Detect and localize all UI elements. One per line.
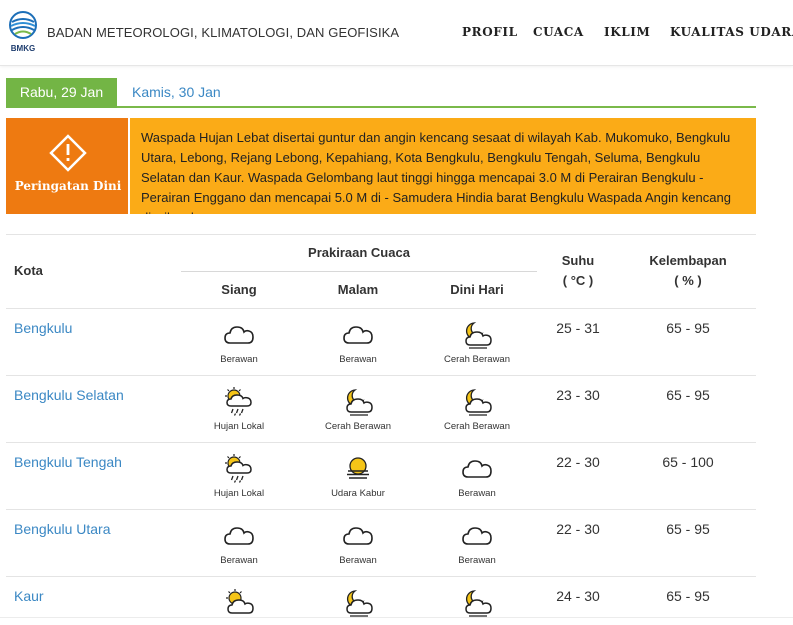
table-body: Bengkulu Berawan Berawan Cerah Berawan 25 - … (6, 309, 756, 625)
sun-rain-icon (225, 454, 252, 483)
temperature-value: 22 - 30 (556, 521, 600, 537)
table-header: Kota Prakiraan Cuaca Siang Malam Dini Ha… (6, 234, 756, 309)
weather-label: Cerah Berawan (443, 421, 510, 432)
cloud-icon (224, 527, 254, 545)
forecast-siang: Hujan Lokal (181, 453, 297, 499)
weather-label: Berawan (458, 488, 496, 499)
forecast-siang: Berawan (181, 319, 297, 365)
forecast-dini: Cerah Berawan (419, 386, 535, 432)
temperature-value: 22 - 30 (556, 454, 600, 470)
weather-label: Berawan (220, 555, 258, 566)
moon-cloud-icon (346, 590, 373, 617)
table-row: Bengkulu Utara Berawan Berawan Berawan 22 - … (6, 510, 756, 577)
city-link[interactable]: Bengkulu Tengah (14, 454, 122, 470)
forecast-siang: Berawan (181, 520, 297, 566)
city-link[interactable]: Bengkulu Utara (14, 521, 111, 537)
header-malam: Malam (337, 282, 379, 297)
tab-rabu-29-jan[interactable]: Rabu, 29 Jan (6, 78, 117, 108)
header-dini-hari: Dini Hari (450, 282, 504, 297)
moon-cloud-icon (465, 389, 492, 416)
cloud-icon (224, 326, 254, 344)
humidity-value: 65 - 95 (666, 387, 710, 403)
cloud-icon (343, 527, 373, 545)
humidity-value: 65 - 100 (662, 454, 714, 470)
header-kota: Kota (14, 263, 43, 278)
weather-label: Udara Kabur (331, 488, 385, 499)
humidity-value: 65 - 95 (666, 521, 710, 537)
forecast-table: Kota Prakiraan Cuaca Siang Malam Dini Ha… (6, 234, 756, 625)
header-divider (181, 271, 537, 272)
header-prakiraan-cuaca: Prakiraan Cuaca (308, 245, 410, 260)
weather-label: Berawan (339, 555, 377, 566)
nav-kualitas-udara[interactable]: KUALITAS UDARA (670, 25, 793, 39)
city-link[interactable]: Bengkulu Selatan (14, 387, 124, 403)
temperature-value: 25 - 31 (556, 320, 600, 336)
forecast-malam: Berawan (300, 520, 416, 566)
sun-cloud-icon (226, 589, 254, 614)
table-row: Bengkulu Selatan Hujan Lokal Cerah Berawan… (6, 376, 756, 443)
weather-label: Cerah Berawan (324, 421, 391, 432)
early-warning-banner: Peringatan Dini Waspada Hujan Lebat dise… (6, 118, 756, 214)
svg-text:BMKG: BMKG (11, 44, 35, 53)
header-kelembapan-unit: ( % ) (674, 273, 702, 288)
nav-cuaca[interactable]: CUACA (533, 25, 584, 39)
temperature-value: 24 - 30 (556, 588, 600, 604)
main-nav: PROFIL CUACA IKLIM KUALITAS UDARA (0, 25, 793, 41)
site-header: BMKG BADAN METEOROLOGI, KLIMATOLOGI, DAN… (0, 0, 793, 66)
tab-kamis-30-jan[interactable]: Kamis, 30 Jan (118, 78, 235, 108)
header-siang: Siang (221, 282, 257, 297)
moon-cloud-icon (346, 389, 373, 416)
forecast-malam: Cerah Berawan (300, 386, 416, 432)
day-tabs: Rabu, 29 Jan Kamis, 30 Jan (6, 78, 756, 108)
header-suhu-unit: ( °C ) (562, 273, 594, 288)
humidity-value: 65 - 95 (666, 588, 710, 604)
humidity-value: 65 - 95 (666, 320, 710, 336)
forecast-dini: Cerah Berawan (419, 319, 535, 365)
forecast-dini: Berawan (419, 520, 535, 566)
forecast-malam: Berawan (300, 319, 416, 365)
forecast-dini: Berawan (419, 453, 535, 499)
warning-icon (49, 134, 87, 172)
cloud-icon (462, 460, 492, 478)
weather-label: Berawan (458, 555, 496, 566)
weather-label: Hujan Lokal (213, 421, 265, 432)
table-row: Bengkulu Berawan Berawan Cerah Berawan 25 - … (6, 309, 756, 376)
haze-icon (347, 457, 369, 479)
header-suhu: Suhu (561, 253, 595, 268)
warning-text: Waspada Hujan Lebat disertai guntur dan … (141, 130, 731, 214)
weather-label: Berawan (339, 354, 377, 365)
forecast-malam: Udara Kabur (300, 453, 416, 499)
weather-label: Hujan Lokal (213, 488, 265, 499)
header-kelembapan: Kelembapan (649, 253, 727, 268)
temperature-value: 23 - 30 (556, 387, 600, 403)
nav-profil[interactable]: PROFIL (462, 25, 518, 39)
cloud-icon (462, 527, 492, 545)
sun-rain-icon (225, 387, 252, 416)
nav-iklim[interactable]: IKLIM (604, 25, 650, 39)
weather-label: Cerah Berawan (443, 354, 510, 365)
city-link[interactable]: Bengkulu (14, 320, 72, 336)
moon-cloud-icon (465, 322, 492, 349)
table-row: Bengkulu Tengah Hujan Lokal Udara Kabur Ber… (6, 443, 756, 510)
weather-label: Berawan (220, 354, 258, 365)
cloud-icon (343, 326, 373, 344)
forecast-siang: Hujan Lokal (181, 386, 297, 432)
warning-title: Peringatan Dini (14, 179, 122, 193)
moon-cloud-icon (465, 590, 492, 617)
warning-label-panel: Peringatan Dini (6, 118, 130, 214)
page-bottom-edge (0, 617, 793, 625)
city-link[interactable]: Kaur (14, 588, 44, 604)
